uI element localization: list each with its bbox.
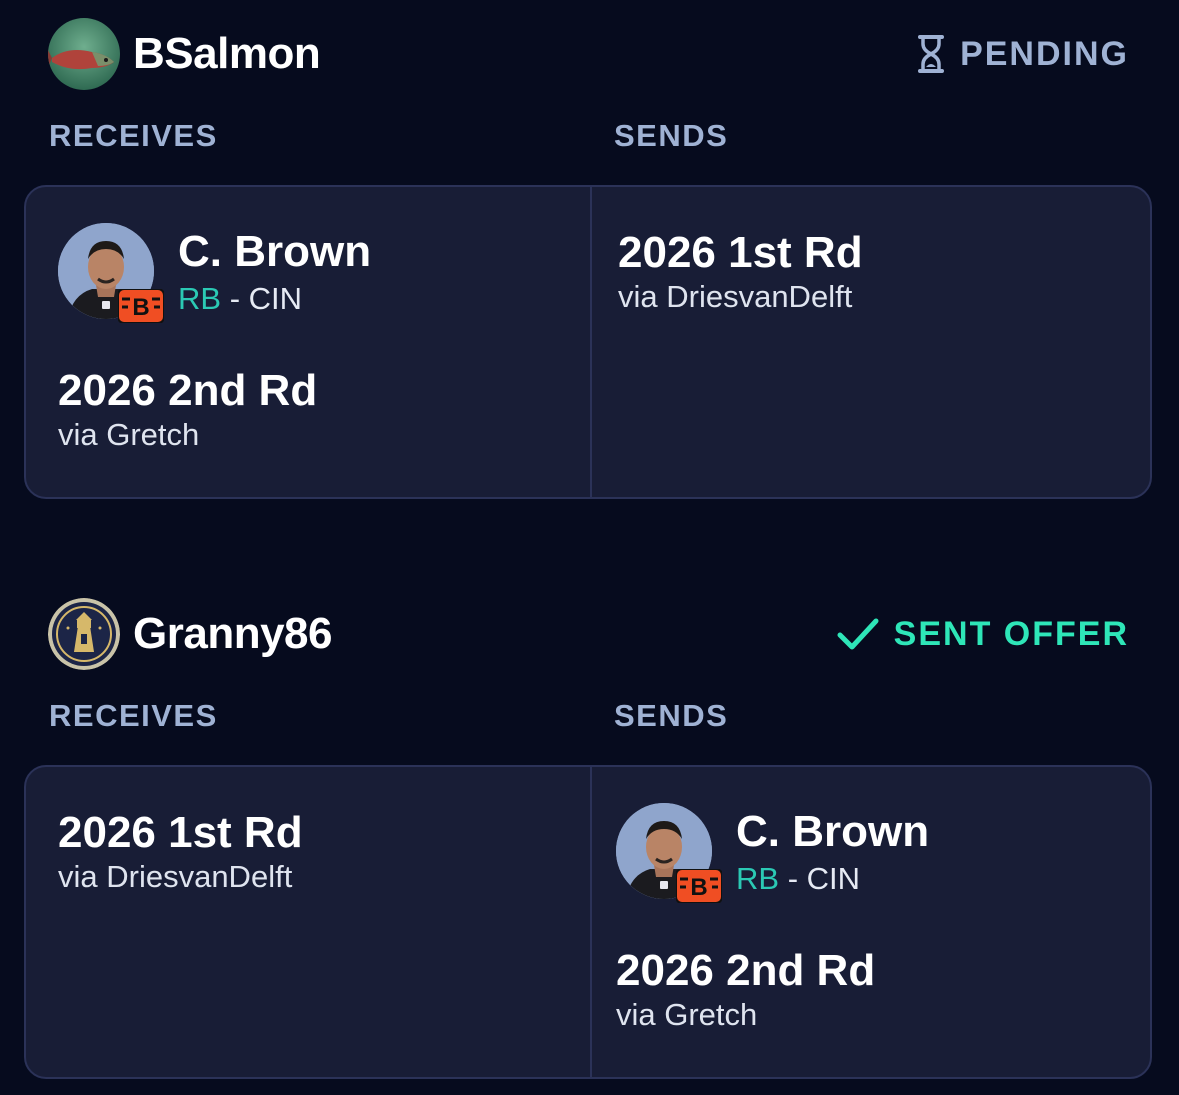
player-position-team: RB - CIN [736, 861, 860, 897]
draft-pick-item[interactable]: 2026 2nd Rd via Gretch [58, 365, 317, 453]
pick-title: 2026 1st Rd [58, 808, 303, 857]
status-label: SENT OFFER [893, 614, 1129, 653]
player-position: RB [736, 861, 780, 896]
bengals-logo-icon: B [117, 288, 165, 324]
player-team: - CIN [229, 281, 303, 316]
team-name: BSalmon [133, 29, 321, 78]
receives-header: RECEIVES [49, 118, 218, 153]
hourglass-icon [916, 34, 946, 74]
player-position: RB [178, 281, 222, 316]
pick-title: 2026 2nd Rd [58, 366, 318, 415]
receives-column: B C. Brown RB - CIN 2026 2nd Rd via Gret… [26, 187, 589, 497]
status-badge: PENDING [916, 31, 1129, 77]
pick-via: via Gretch [58, 417, 200, 452]
pick-title: 2026 1st Rd [618, 228, 863, 277]
sends-column: B C. Brown RB - CIN 2026 2nd Rd via Gret… [592, 767, 1150, 1077]
player-name: C. Brown [736, 807, 930, 856]
pick-via: via Gretch [616, 997, 758, 1032]
pick-via: via DriesvanDelft [618, 279, 853, 314]
team-name: Granny86 [133, 609, 332, 658]
pick-title: 2026 2nd Rd [616, 946, 876, 995]
draft-pick-item[interactable]: 2026 2nd Rd via Gretch [616, 945, 875, 1033]
bengals-logo-icon: B [675, 868, 723, 904]
draft-pick-item[interactable]: 2026 1st Rd via DriesvanDelft [58, 807, 303, 895]
checkmark-icon [836, 616, 880, 652]
player-name: C. Brown [178, 227, 372, 276]
team-avatar-lighthouse-icon[interactable] [48, 598, 120, 670]
pick-via: via DriesvanDelft [58, 859, 293, 894]
svg-text:B: B [132, 294, 149, 321]
status-badge: SENT OFFER [836, 611, 1129, 657]
player-position-team: RB - CIN [178, 281, 302, 317]
sends-header: SENDS [614, 698, 729, 733]
draft-pick-item[interactable]: 2026 1st Rd via DriesvanDelft [618, 227, 863, 315]
player-team: - CIN [787, 861, 861, 896]
receives-header: RECEIVES [49, 698, 218, 733]
status-label: PENDING [960, 34, 1129, 73]
sends-header: SENDS [614, 118, 729, 153]
receives-column: 2026 1st Rd via DriesvanDelft [26, 767, 589, 1077]
trade-card: 2026 1st Rd via DriesvanDelft B C. Brown… [24, 765, 1152, 1079]
team-avatar-salmon-icon[interactable] [48, 18, 120, 90]
sends-column: 2026 1st Rd via DriesvanDelft [592, 187, 1150, 497]
svg-text:B: B [690, 874, 707, 901]
trade-card: B C. Brown RB - CIN 2026 2nd Rd via Gret… [24, 185, 1152, 499]
